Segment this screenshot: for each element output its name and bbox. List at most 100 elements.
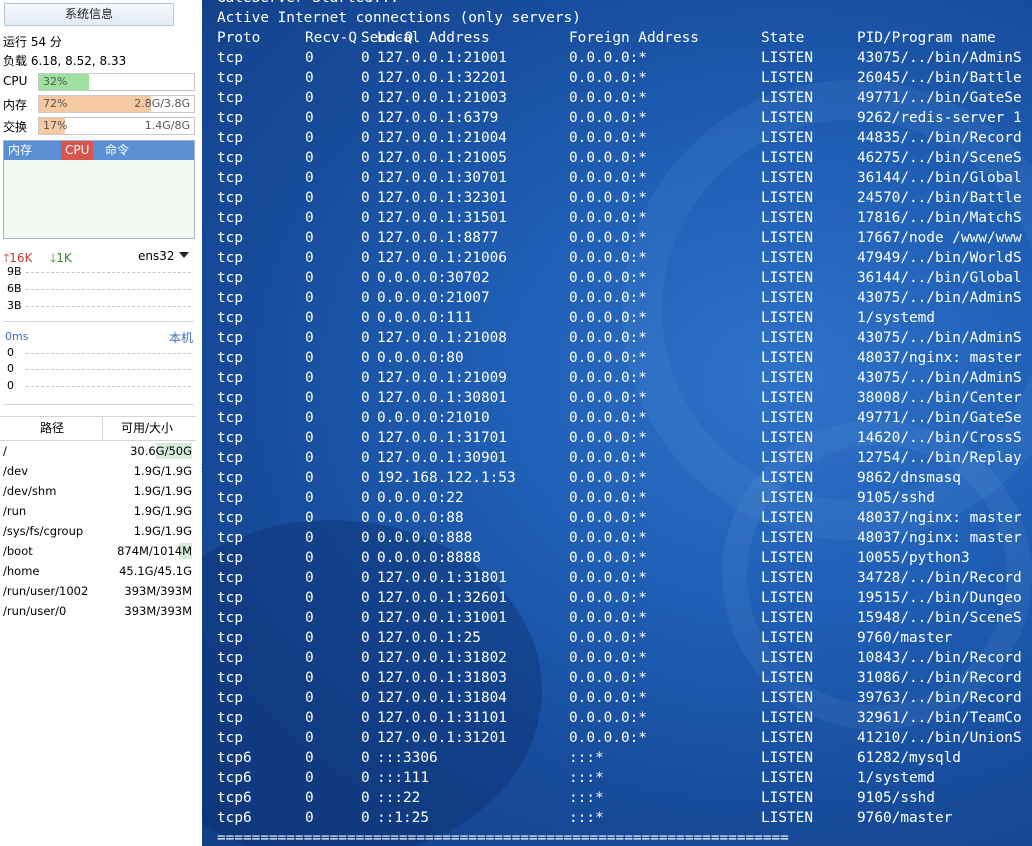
ping-grid-line xyxy=(26,386,191,387)
connection-cell: 0.0.0.0:* xyxy=(569,490,647,506)
connection-cell: 0 xyxy=(305,250,314,266)
connection-cell: :::* xyxy=(569,770,604,786)
connection-cell: 0.0.0.0:* xyxy=(569,130,647,146)
connection-cell: 0.0.0.0:* xyxy=(569,550,647,566)
disk-row[interactable]: /run/user/0 393M/393M xyxy=(0,601,196,621)
connection-cell: tcp xyxy=(217,590,243,606)
connection-cell: 43075/../bin/AdminS xyxy=(857,370,1022,386)
tab-command[interactable]: 命令 xyxy=(105,141,129,160)
connection-row: tcp6 0 0:::111:::* LISTEN 1/systemd xyxy=(217,768,935,788)
connection-cell: 0 xyxy=(305,450,314,466)
connection-cell: 127.0.0.1:31804 xyxy=(377,690,507,706)
connection-cell: 0 xyxy=(305,630,314,646)
connection-cell: LISTEN xyxy=(761,230,813,246)
upload-value: 16K xyxy=(9,251,33,265)
meter-percent: 17% xyxy=(43,119,68,132)
connection-cell: 0.0.0.0:* xyxy=(569,370,647,386)
connection-cell: LISTEN xyxy=(761,410,813,426)
ping-target-link[interactable]: 本机 xyxy=(169,329,193,346)
connection-cell: 47949/../bin/WorldS xyxy=(857,250,1022,266)
connection-cell: 0 xyxy=(361,790,370,806)
network-interface-select[interactable]: ens32 xyxy=(138,249,175,263)
connection-cell: 0 xyxy=(361,510,370,526)
connection-cell: LISTEN xyxy=(761,670,813,686)
connection-cell: LISTEN xyxy=(761,130,813,146)
disk-row[interactable]: /run/user/1002 393M/393M xyxy=(0,581,196,601)
meter-percent: 32% xyxy=(43,75,68,88)
connection-cell: 0.0.0.0:111 xyxy=(377,310,473,326)
connection-cell: tcp6 xyxy=(217,810,252,826)
connection-cell: LISTEN xyxy=(761,450,813,466)
resize-grip-icon[interactable]: ⋮ xyxy=(197,464,207,474)
connection-cell: 0 xyxy=(305,230,314,246)
disk-row[interactable]: /home 45.1G/45.1G xyxy=(0,561,196,581)
disk-size: 1.9G/1.9G xyxy=(133,524,192,538)
connection-row: tcp 0 0 127.0.0.1:31801 0.0.0.0:* LISTEN 34728… xyxy=(217,568,1022,588)
connection-cell: 0 xyxy=(305,150,314,166)
connection-cell: 0 xyxy=(361,710,370,726)
column-header-path[interactable]: 路径 xyxy=(40,417,64,440)
connection-cell: 34728/../bin/Record xyxy=(857,570,1022,586)
connection-row: tcp 0 0 127.0.0.1:21008 0.0.0.0:* LISTEN 43075… xyxy=(217,328,1022,348)
connection-cell: 127.0.0.1:31201 xyxy=(377,730,507,746)
connection-cell: tcp xyxy=(217,410,243,426)
disk-row[interactable]: /dev/shm 1.9G/1.9G xyxy=(0,481,196,501)
connection-cell: LISTEN xyxy=(761,630,813,646)
connection-cell: 0 xyxy=(361,610,370,626)
disk-table: 路径 可用/大小 / 30.6G/50G/dev 1.9G/1.9G/dev/shm… xyxy=(0,416,196,621)
connection-cell: LISTEN xyxy=(761,490,813,506)
connection-cell: 14620/../bin/CrossS xyxy=(857,430,1022,446)
connection-cell: tcp xyxy=(217,230,243,246)
connection-cell: 0.0.0.0:* xyxy=(569,170,647,186)
disk-row[interactable]: /run 1.9G/1.9G xyxy=(0,501,196,521)
connection-cell: 127.0.0.1:6379 xyxy=(377,110,499,126)
system-info-panel: 系统信息 运行 54 分 负载 6.18, 8.52, 8.33 CPU 32% 内… xyxy=(0,0,207,846)
connection-row: tcp 0 0 127.0.0.1:31201 0.0.0.0:* LISTEN 41210… xyxy=(217,728,1022,748)
connection-cell: LISTEN xyxy=(761,350,813,366)
disk-size: 393M/393M xyxy=(124,584,192,598)
column-header-avail[interactable]: 可用/大小 xyxy=(121,417,173,440)
column-header: State xyxy=(761,30,805,46)
connection-row: tcp 0 0 127.0.0.1:31803 0.0.0.0:* LISTEN 31086… xyxy=(217,668,1022,688)
download-rate: 🡓1K xyxy=(50,249,72,270)
connection-cell: 0.0.0.0:* xyxy=(569,210,647,226)
disk-path: /dev/shm xyxy=(3,484,57,498)
connection-cell: 0 xyxy=(305,350,314,366)
connection-cell: tcp6 xyxy=(217,790,252,806)
connection-cell: tcp xyxy=(217,530,243,546)
connection-cell: 0 xyxy=(305,610,314,626)
connection-row: tcp 0 0 127.0.0.1:6379 0.0.0.0:* LISTEN 9262/r… xyxy=(217,108,1022,128)
connection-cell: tcp xyxy=(217,170,243,186)
disk-row[interactable]: /boot 874M/1014M xyxy=(0,541,196,561)
system-info-button[interactable]: 系统信息 xyxy=(4,3,174,26)
disk-row[interactable]: /dev 1.9G/1.9G xyxy=(0,461,196,481)
terminal-output[interactable]: GateServer Started... Active Internet con… xyxy=(217,0,1022,846)
column-divider xyxy=(102,417,103,440)
meter-label: CPU xyxy=(3,74,28,88)
connection-cell: 0 xyxy=(305,270,314,286)
connection-cell: 0 xyxy=(305,550,314,566)
connection-cell: LISTEN xyxy=(761,290,813,306)
connection-cell: 0 xyxy=(305,490,314,506)
connection-row: tcp 0 0 0.0.0.0:8888 0.0.0.0:* LISTEN 10055/py… xyxy=(217,548,970,568)
connection-cell: 9862/dnsmasq xyxy=(857,470,961,486)
connection-row: tcp 0 0 127.0.0.1:21004 0.0.0.0:* LISTEN 44835… xyxy=(217,128,1022,148)
connection-cell: LISTEN xyxy=(761,170,813,186)
connection-cell: 0 xyxy=(361,110,370,126)
connection-cell: 0.0.0.0:888 xyxy=(377,530,473,546)
connection-cell: :::111 xyxy=(377,770,429,786)
terminal-line: GateServer Started... xyxy=(217,0,789,8)
process-list[interactable]: 内存 CPU 命令 xyxy=(3,140,195,239)
disk-row[interactable]: / 30.6G/50G xyxy=(0,441,196,461)
chevron-down-icon[interactable] xyxy=(179,252,189,258)
connection-cell: 0 xyxy=(305,750,314,766)
disk-size: 1.9G/1.9G xyxy=(133,484,192,498)
terminal-window[interactable]: GateServer Started... Active Internet con… xyxy=(202,0,1032,846)
disk-row[interactable]: /sys/fs/cgroup 1.9G/1.9G xyxy=(0,521,196,541)
connection-row: tcp 0 0 0.0.0.0:111 0.0.0.0:* LISTEN 1/systemd xyxy=(217,308,935,328)
tab-memory[interactable]: 内存 xyxy=(8,141,32,160)
tab-cpu[interactable]: CPU xyxy=(61,141,94,160)
connection-cell: 9105/sshd xyxy=(857,490,935,506)
connection-cell: 0 xyxy=(361,210,370,226)
connection-cell: tcp xyxy=(217,630,243,646)
